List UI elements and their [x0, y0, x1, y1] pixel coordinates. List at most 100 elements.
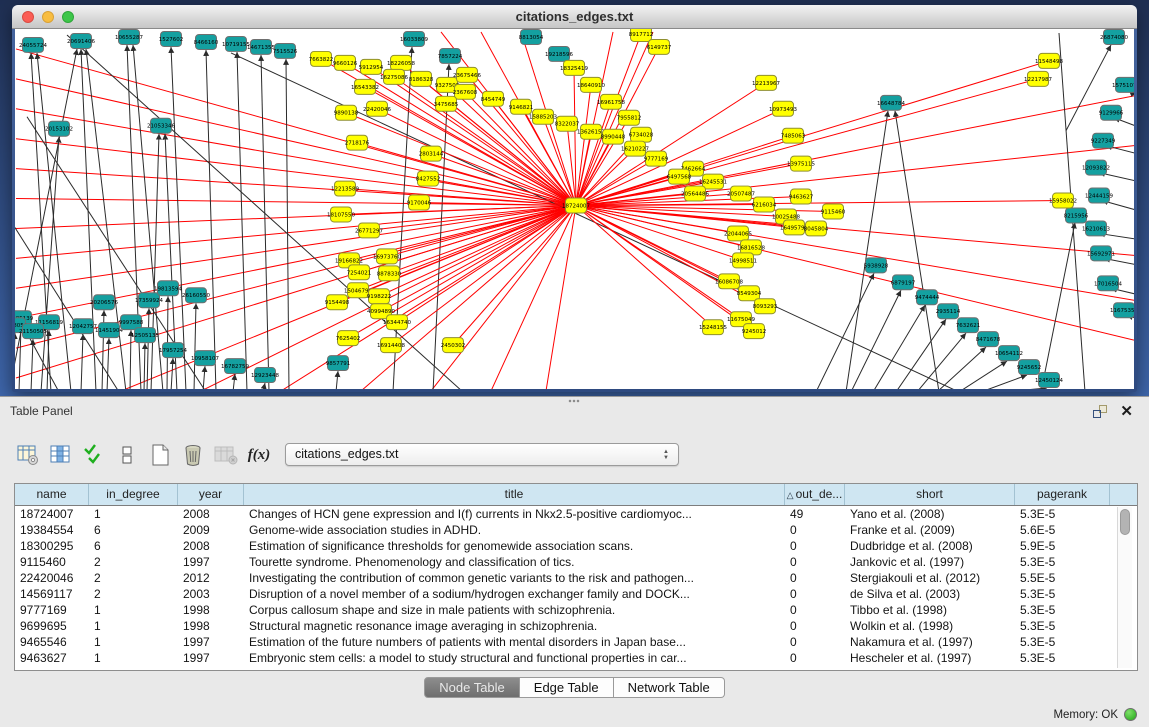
cell-pagerank[interactable]: 5.3E-5 [1015, 554, 1110, 570]
cell-out_de[interactable]: 0 [785, 586, 845, 602]
selected-edge[interactable] [576, 206, 751, 248]
row-height-icon[interactable] [113, 441, 141, 469]
cell-short[interactable]: Stergiakouli et al. (2012) [845, 570, 1015, 586]
cell-pagerank[interactable]: 5.3E-5 [1015, 506, 1110, 522]
cell-name[interactable]: 9777169 [15, 602, 89, 618]
cell-year[interactable]: 2008 [178, 538, 244, 554]
cell-in_degree[interactable]: 1 [89, 506, 178, 522]
cell-title[interactable]: Estimation of the future numbers of pati… [244, 634, 785, 650]
cell-name[interactable]: 9465546 [15, 634, 89, 650]
cell-title[interactable]: Genome-wide association studies in ADHD. [244, 522, 785, 538]
function-builder-icon[interactable]: f(x) [245, 441, 273, 469]
edge[interactable] [336, 371, 338, 389]
edge[interactable] [816, 273, 874, 389]
edge[interactable] [206, 50, 216, 389]
selected-edge[interactable] [576, 206, 754, 332]
table-row[interactable]: 1830029562008Estimation of significance … [15, 538, 1137, 554]
cell-short[interactable]: Nakamura et al. (1997) [845, 634, 1015, 650]
edge[interactable] [233, 374, 235, 389]
table-row[interactable]: 946554611997Estimation of the future num… [15, 634, 1137, 650]
tab-node-table[interactable]: Node Table [424, 677, 520, 698]
edge[interactable] [263, 383, 265, 389]
edge[interactable] [147, 308, 149, 389]
cell-in_degree[interactable]: 2 [89, 586, 178, 602]
cell-in_degree[interactable]: 1 [89, 618, 178, 634]
table-row[interactable]: 946362711997Embryonic stem cells: a mode… [15, 650, 1137, 666]
cell-pagerank[interactable]: 5.3E-5 [1015, 650, 1110, 666]
show-columns-icon[interactable] [47, 441, 75, 469]
column-header-pagerank[interactable]: pagerank [1015, 484, 1110, 505]
cell-in_degree[interactable]: 6 [89, 538, 178, 554]
cell-in_degree[interactable]: 1 [89, 634, 178, 650]
selected-edge[interactable] [574, 68, 576, 206]
tab-edge-table[interactable]: Edge Table [520, 677, 614, 698]
cell-name[interactable]: 14569117 [15, 586, 89, 602]
edge[interactable] [171, 47, 186, 389]
column-header-short[interactable]: short [845, 484, 1015, 505]
column-header-name[interactable]: name [15, 484, 89, 505]
column-header-in_degree[interactable]: in_degree [89, 484, 178, 505]
edge[interactable] [286, 59, 289, 389]
cell-in_degree[interactable]: 2 [89, 554, 178, 570]
tab-network-table[interactable]: Network Table [614, 677, 725, 698]
table-row[interactable]: 2242004622012Investigating the contribut… [15, 570, 1137, 586]
close-panel-icon[interactable]: ✕ [1120, 402, 1133, 420]
edge[interactable] [144, 343, 145, 389]
cell-out_de[interactable]: 0 [785, 570, 845, 586]
cell-name[interactable]: 9463627 [15, 650, 89, 666]
edge[interactable] [261, 55, 269, 389]
table-row[interactable]: 1938455462009Genome-wide association stu… [15, 522, 1137, 538]
table-settings-icon[interactable] [14, 441, 42, 469]
cell-year[interactable]: 1997 [178, 634, 244, 650]
cell-pagerank[interactable]: 5.9E-5 [1015, 538, 1110, 554]
edge[interactable] [31, 339, 33, 389]
cell-year[interactable]: 2003 [178, 586, 244, 602]
cell-year[interactable]: 1997 [178, 554, 244, 570]
column-header-year[interactable]: year [178, 484, 244, 505]
cell-year[interactable]: 2009 [178, 522, 244, 538]
delete-rows-icon[interactable] [179, 441, 207, 469]
window-titlebar[interactable]: citations_edges.txt [12, 5, 1137, 29]
column-header-title[interactable]: title [244, 484, 785, 505]
selected-edge[interactable] [16, 206, 576, 259]
cell-out_de[interactable]: 0 [785, 538, 845, 554]
cell-short[interactable]: Jankovic et al. (1997) [845, 554, 1015, 570]
cell-out_de[interactable]: 0 [785, 522, 845, 538]
cell-year[interactable]: 1998 [178, 602, 244, 618]
selected-edge[interactable] [389, 206, 576, 274]
edge[interactable] [873, 305, 925, 389]
cell-short[interactable]: Yano et al. (2008) [845, 506, 1015, 522]
edge[interactable] [917, 333, 966, 389]
cell-pagerank[interactable]: 5.3E-5 [1015, 602, 1110, 618]
scrollbar-thumb[interactable] [1120, 509, 1130, 535]
cell-out_de[interactable]: 0 [785, 634, 845, 650]
cell-in_degree[interactable]: 6 [89, 522, 178, 538]
cell-title[interactable]: Embryonic stem cells: a model to study s… [244, 650, 785, 666]
cell-pagerank[interactable]: 5.3E-5 [1015, 634, 1110, 650]
cell-pagerank[interactable]: 5.3E-5 [1015, 586, 1110, 602]
cell-name[interactable]: 22420046 [15, 570, 89, 586]
cell-title[interactable]: Changes of HCN gene expression and I(f) … [244, 506, 785, 522]
table-row[interactable]: 969969511998Structural magnetic resonanc… [15, 618, 1137, 634]
cell-short[interactable]: Franke et al. (2009) [845, 522, 1015, 538]
cell-name[interactable]: 19384554 [15, 522, 89, 538]
citation-network-graph[interactable]: 2405572420691406106552871527602846616010… [15, 29, 1134, 389]
cell-short[interactable]: de Silva et al. (2003) [845, 586, 1015, 602]
edge[interactable] [102, 310, 104, 389]
select-rows-icon[interactable] [80, 441, 108, 469]
edge[interactable] [937, 347, 986, 389]
edge[interactable] [203, 366, 205, 389]
cell-name[interactable]: 9115460 [15, 554, 89, 570]
edge[interactable] [107, 338, 109, 389]
table-row[interactable]: 1872400712008Changes of HCN gene express… [15, 506, 1137, 522]
edge[interactable] [895, 111, 939, 389]
selected-edge[interactable] [546, 206, 576, 389]
cell-title[interactable]: Corpus callosum shape and size in male p… [244, 602, 785, 618]
selected-edge[interactable] [431, 206, 576, 389]
cell-title[interactable]: Tourette syndrome. Phenomenology and cla… [244, 554, 785, 570]
cell-out_de[interactable]: 0 [785, 554, 845, 570]
new-table-icon[interactable] [146, 441, 174, 469]
cell-out_de[interactable]: 49 [785, 506, 845, 522]
cell-title[interactable]: Investigating the contribution of common… [244, 570, 785, 586]
float-panel-icon[interactable] [1093, 405, 1107, 418]
